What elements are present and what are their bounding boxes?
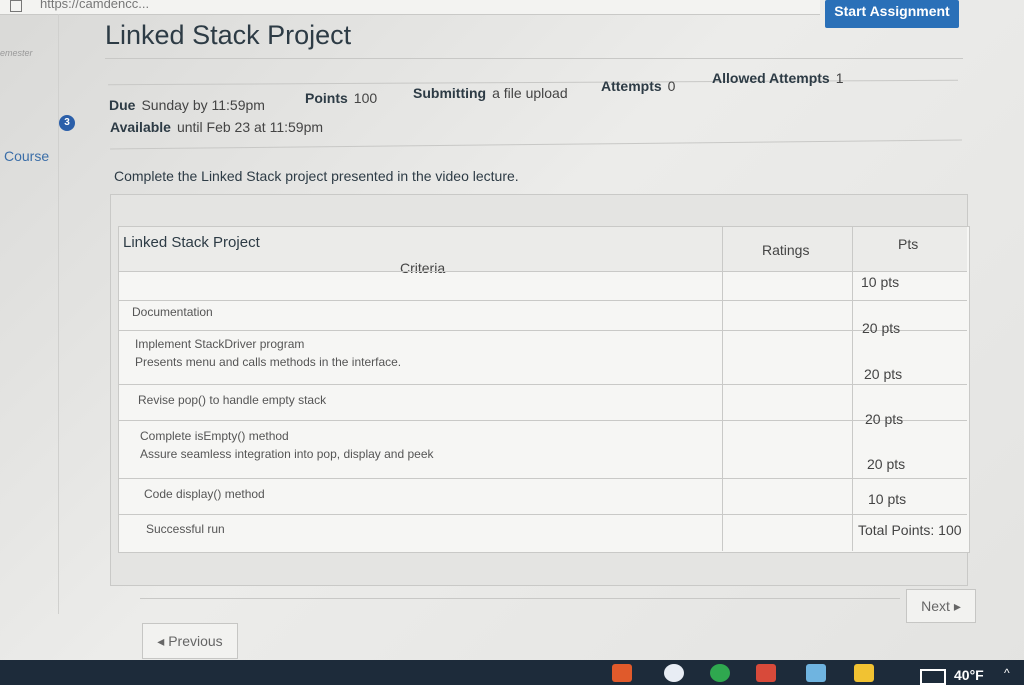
criteria-header-overlay: Criteria <box>400 260 446 276</box>
ratings-column-divider <box>722 226 723 551</box>
criterion-points: 10 pts <box>861 274 900 290</box>
row-divider <box>119 271 967 272</box>
availability: Available until Feb 23 at 11:59pm <box>110 119 323 135</box>
rubric-title-overlay: Linked Stack Project <box>123 234 260 251</box>
row-divider <box>119 478 967 479</box>
points-value: 100 <box>353 90 378 106</box>
attempts-label: Attempts <box>601 78 662 94</box>
meta-divider-bottom <box>110 139 962 150</box>
app-icon[interactable] <box>710 664 730 682</box>
attempts-value: 0 <box>667 78 676 94</box>
criterion-points: 20 pts <box>862 320 901 336</box>
pts-column-divider <box>852 226 853 551</box>
criterion-points: 20 pts <box>867 456 906 472</box>
ratings-header-overlay: Ratings <box>762 242 810 258</box>
criterion-description: Presents menu and calls methods in the i… <box>135 355 402 369</box>
url-text[interactable]: https://camdencc... <box>40 0 149 11</box>
app-icon[interactable] <box>612 664 632 682</box>
criterion-points: 20 pts <box>864 366 903 382</box>
assignment-description: Complete the Linked Stack project presen… <box>114 168 519 184</box>
semester-label: emester <box>0 48 33 58</box>
weather-temperature[interactable]: 40°F <box>954 667 984 683</box>
previous-button[interactable]: ◂ Previous <box>142 623 238 659</box>
row-divider <box>119 384 967 385</box>
due-value: Sunday by 11:59pm <box>141 97 265 113</box>
criterion-name: Implement StackDriver program <box>135 337 305 351</box>
app-icon[interactable] <box>806 664 826 682</box>
rubric-row: Successful run <box>146 522 225 536</box>
app-icon[interactable] <box>854 664 874 682</box>
rubric-table <box>118 226 970 553</box>
footer-divider <box>140 598 900 599</box>
row-divider <box>119 330 967 331</box>
page-title: Linked Stack Project <box>105 20 352 50</box>
criterion-name: Revise pop() to handle empty stack <box>138 393 327 407</box>
app-icon[interactable] <box>664 664 684 682</box>
criterion-name: Code display() method <box>144 487 265 501</box>
weather-icon[interactable] <box>920 669 946 685</box>
notification-badge[interactable]: 3 <box>59 115 75 131</box>
row-divider <box>119 300 967 301</box>
submitting-value: a file upload <box>492 85 568 101</box>
available-label: Available <box>110 119 171 135</box>
rubric-row: Complete isEmpty() method Assure seamles… <box>140 429 434 461</box>
course-link[interactable]: Course <box>4 148 49 164</box>
rubric-row: Implement StackDriver program Presents m… <box>135 337 401 369</box>
criterion-points: 10 pts <box>868 491 907 507</box>
rubric-row: Code display() method <box>144 487 265 501</box>
title-divider <box>105 58 963 59</box>
row-divider <box>119 420 967 421</box>
available-value: until Feb 23 at 11:59pm <box>176 119 324 135</box>
allowed-attempts: Allowed Attempts 1 <box>712 70 844 86</box>
page-icon <box>10 0 22 12</box>
criterion-description: Assure seamless integration into pop, di… <box>140 447 434 461</box>
rubric-row: Revise pop() to handle empty stack <box>138 393 326 407</box>
allowed-attempts-label: Allowed Attempts <box>712 70 830 86</box>
browser-url-bar[interactable]: https://camdencc... <box>0 0 820 15</box>
submitting-label: Submitting <box>413 85 487 101</box>
criterion-name: Successful run <box>146 522 225 536</box>
start-assignment-button[interactable]: Start Assignment <box>825 0 959 28</box>
pts-header-overlay: Pts <box>898 236 919 252</box>
total-points: Total Points: 100 <box>858 522 962 538</box>
next-button[interactable]: Next ▸ <box>906 589 976 623</box>
row-divider <box>119 514 967 515</box>
criterion-name: Complete isEmpty() method <box>140 429 289 443</box>
allowed-attempts-value: 1 <box>835 70 844 86</box>
due-label: Due <box>109 97 136 113</box>
criterion-name: Documentation <box>132 305 213 319</box>
criterion-points: 20 pts <box>865 411 904 427</box>
due-date: Due Sunday by 11:59pm <box>109 97 265 113</box>
submitting: Submitting a file upload <box>413 85 568 101</box>
tray-expand-icon[interactable]: ^ <box>1004 666 1010 680</box>
points-label: Points <box>305 90 348 106</box>
course-navigation-rail <box>0 14 59 614</box>
app-icon[interactable] <box>756 664 776 682</box>
rubric-row: Documentation <box>132 305 213 319</box>
points: Points 100 <box>305 90 377 106</box>
attempts: Attempts 0 <box>601 78 675 94</box>
